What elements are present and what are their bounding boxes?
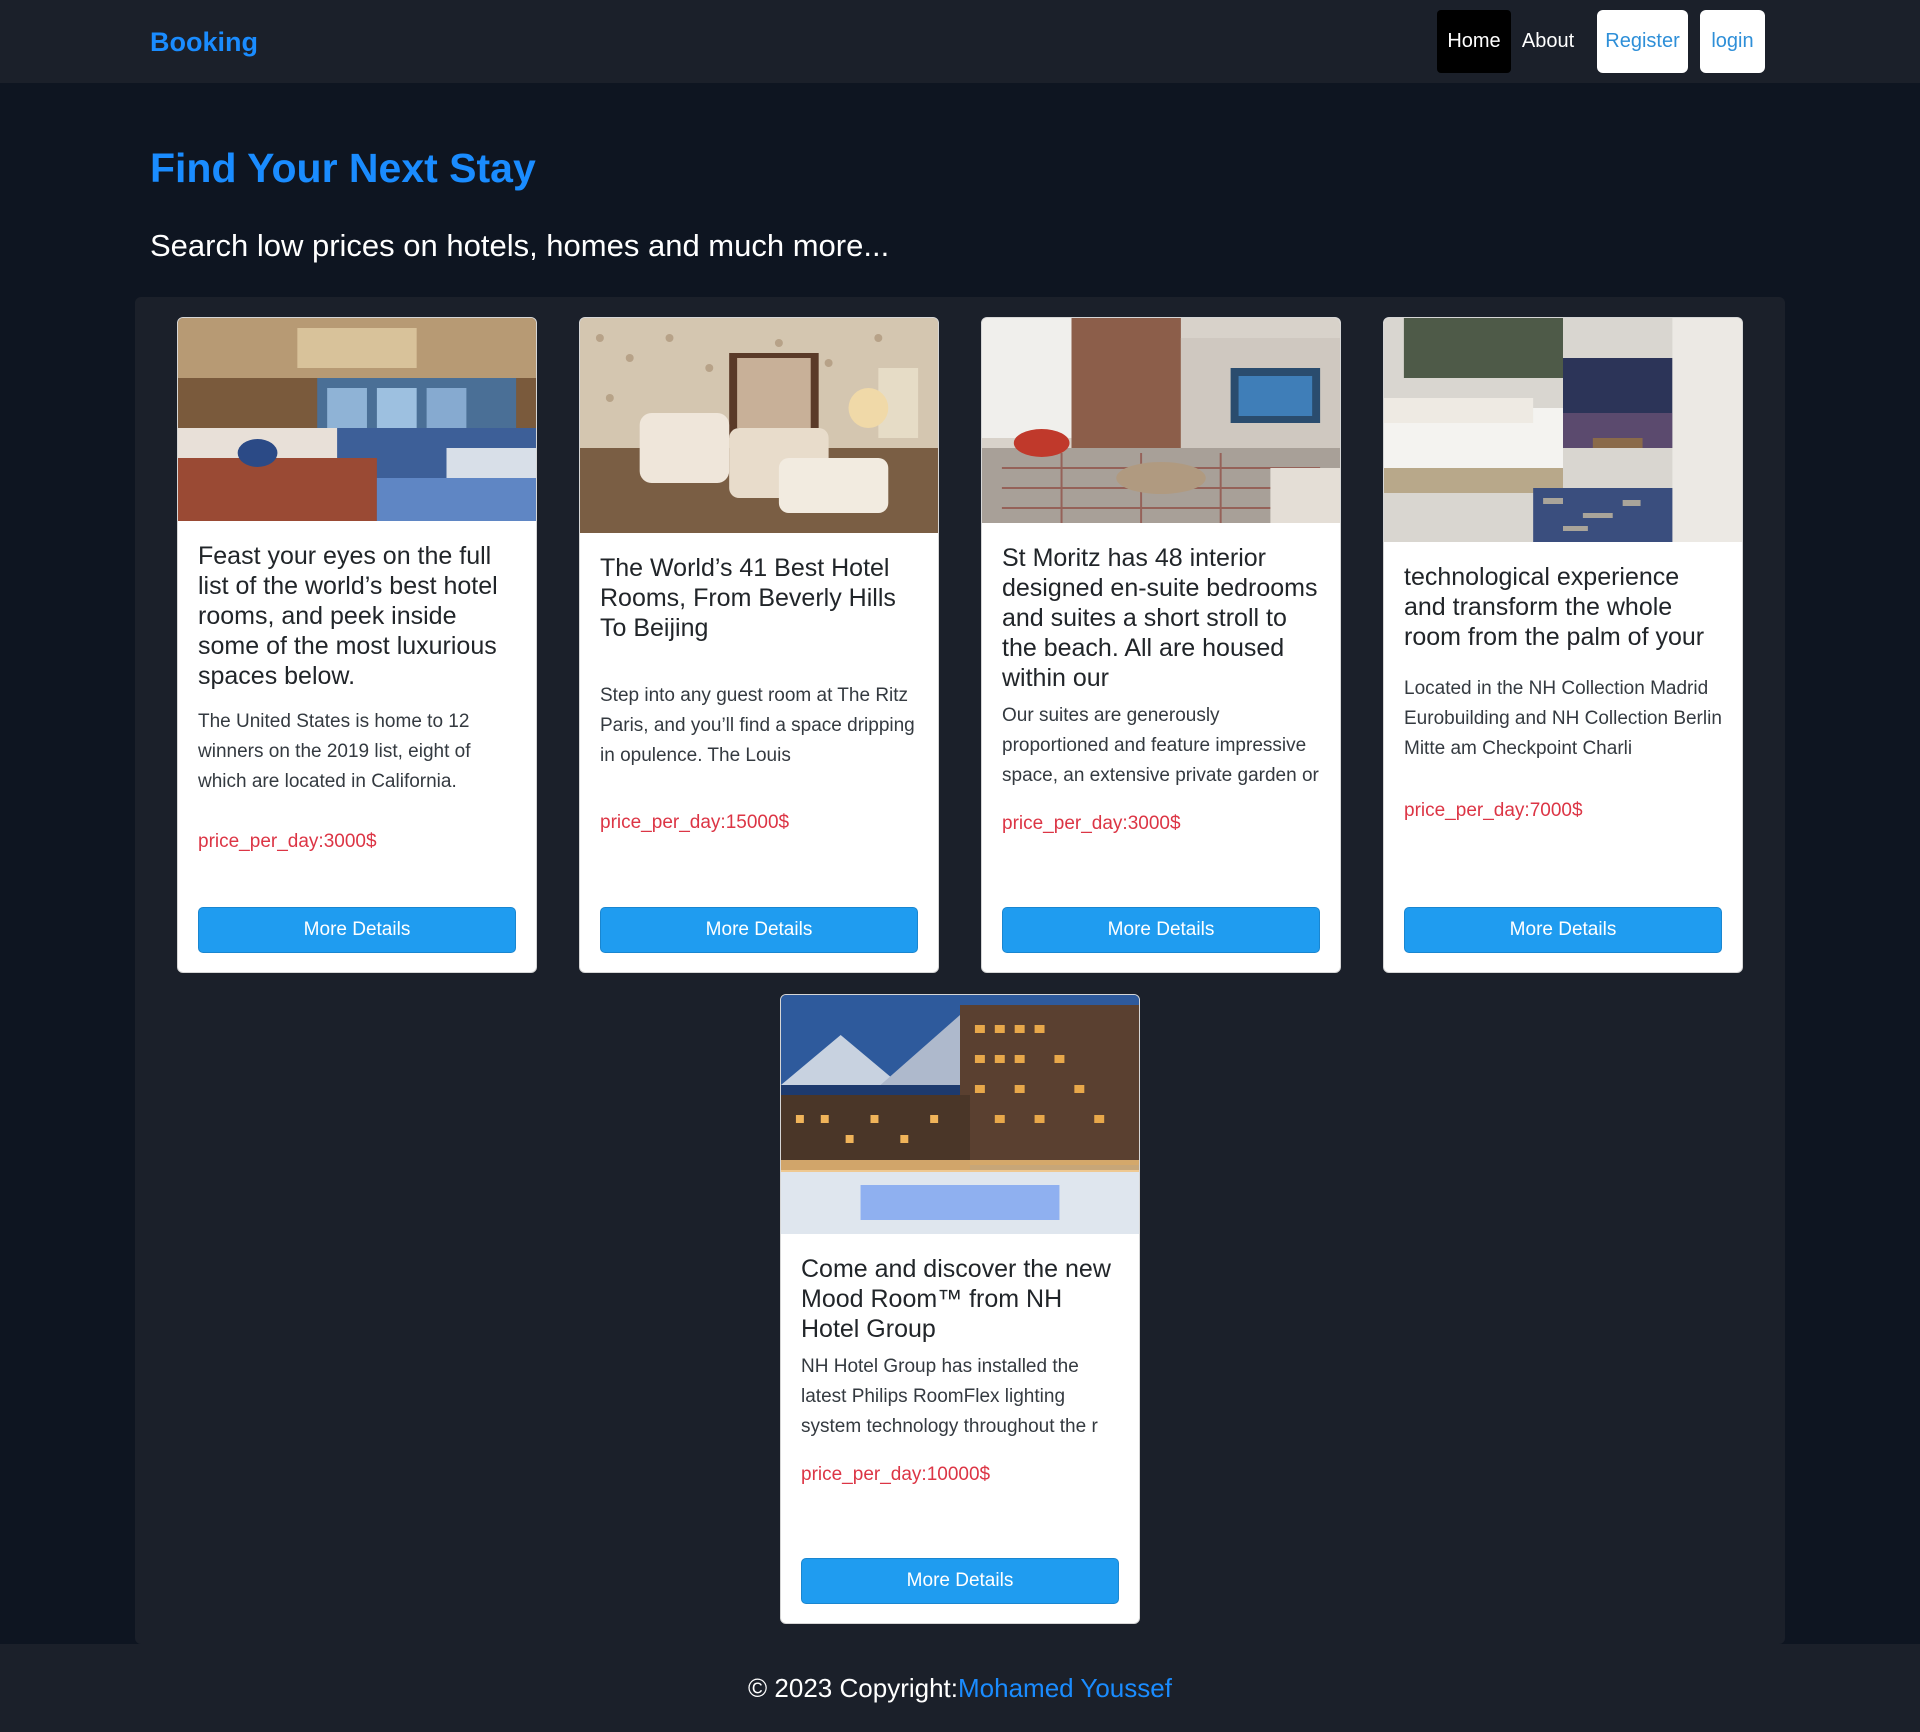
card-price: price_per_day:3000$ [198, 831, 377, 852]
more-details-button[interactable]: More Details [801, 1558, 1119, 1604]
card-title: Come and discover the new Mood Room™ fro… [801, 1255, 1111, 1343]
nav-home-link[interactable]: Home [1437, 10, 1511, 73]
card-description: Our suites are generously proportioned a… [1002, 705, 1319, 786]
card-body: Come and discover the new Mood Room™ fro… [781, 1234, 1139, 1510]
card-price: price_per_day:10000$ [801, 1464, 991, 1485]
hotel-card: Feast your eyes on the full list of the … [177, 317, 537, 973]
hotel-card: St Moritz has 48 interior designed en-su… [981, 317, 1341, 973]
card-body: Feast your eyes on the full list of the … [178, 521, 536, 877]
footer: © 2023 Copyright: Mohamed Youssef [0, 1644, 1920, 1732]
card-description: Step into any guest room at The Ritz Par… [600, 685, 915, 766]
brand-logo[interactable]: Booking [150, 24, 258, 60]
more-details-button[interactable]: More Details [600, 907, 918, 953]
nav-about-link[interactable]: About [1511, 10, 1585, 73]
card-description: Located in the NH Collection Madrid Euro… [1404, 678, 1722, 759]
hotel-room-image [178, 318, 536, 521]
hotel-exterior-image [781, 995, 1139, 1234]
card-body: St Moritz has 48 interior designed en-su… [982, 523, 1340, 859]
hotel-room-image [982, 318, 1340, 523]
hotel-card: The World’s 41 Best Hotel Rooms, From Be… [579, 317, 939, 973]
more-details-button[interactable]: More Details [1404, 907, 1722, 953]
register-button[interactable]: Register [1597, 10, 1688, 73]
hotel-room-image [580, 318, 938, 533]
card-description: NH Hotel Group has installed the latest … [801, 1356, 1098, 1437]
navbar: Booking Home About Register login [0, 0, 1920, 83]
card-title: The World’s 41 Best Hotel Rooms, From Be… [600, 554, 896, 642]
card-title: Feast your eyes on the full list of the … [198, 542, 498, 690]
more-details-button[interactable]: More Details [1002, 907, 1320, 953]
hotel-card: Come and discover the new Mood Room™ fro… [780, 994, 1140, 1624]
card-title: technological experience and transform t… [1404, 563, 1705, 651]
hotels-panel: Feast your eyes on the full list of the … [135, 297, 1785, 1644]
card-price: price_per_day:15000$ [600, 812, 790, 833]
card-price: price_per_day:3000$ [1002, 813, 1181, 834]
hotel-card: technological experience and transform t… [1383, 317, 1743, 973]
author-link[interactable]: Mohamed Youssef [958, 1673, 1172, 1704]
login-button[interactable]: login [1700, 10, 1765, 73]
hotel-room-image [1384, 318, 1742, 542]
copyright-text: © 2023 Copyright: [748, 1672, 958, 1703]
card-body: The World’s 41 Best Hotel Rooms, From Be… [580, 533, 938, 858]
nav-menu: Home About Register login [1437, 10, 1765, 73]
card-body: technological experience and transform t… [1384, 542, 1742, 846]
card-price: price_per_day:7000$ [1404, 800, 1583, 821]
card-description: The United States is home to 12 winners … [198, 711, 471, 792]
page-title: Find Your Next Stay [150, 145, 536, 191]
card-title: St Moritz has 48 interior designed en-su… [1002, 544, 1318, 692]
page-subtitle: Search low prices on hotels, homes and m… [150, 228, 890, 263]
more-details-button[interactable]: More Details [198, 907, 516, 953]
